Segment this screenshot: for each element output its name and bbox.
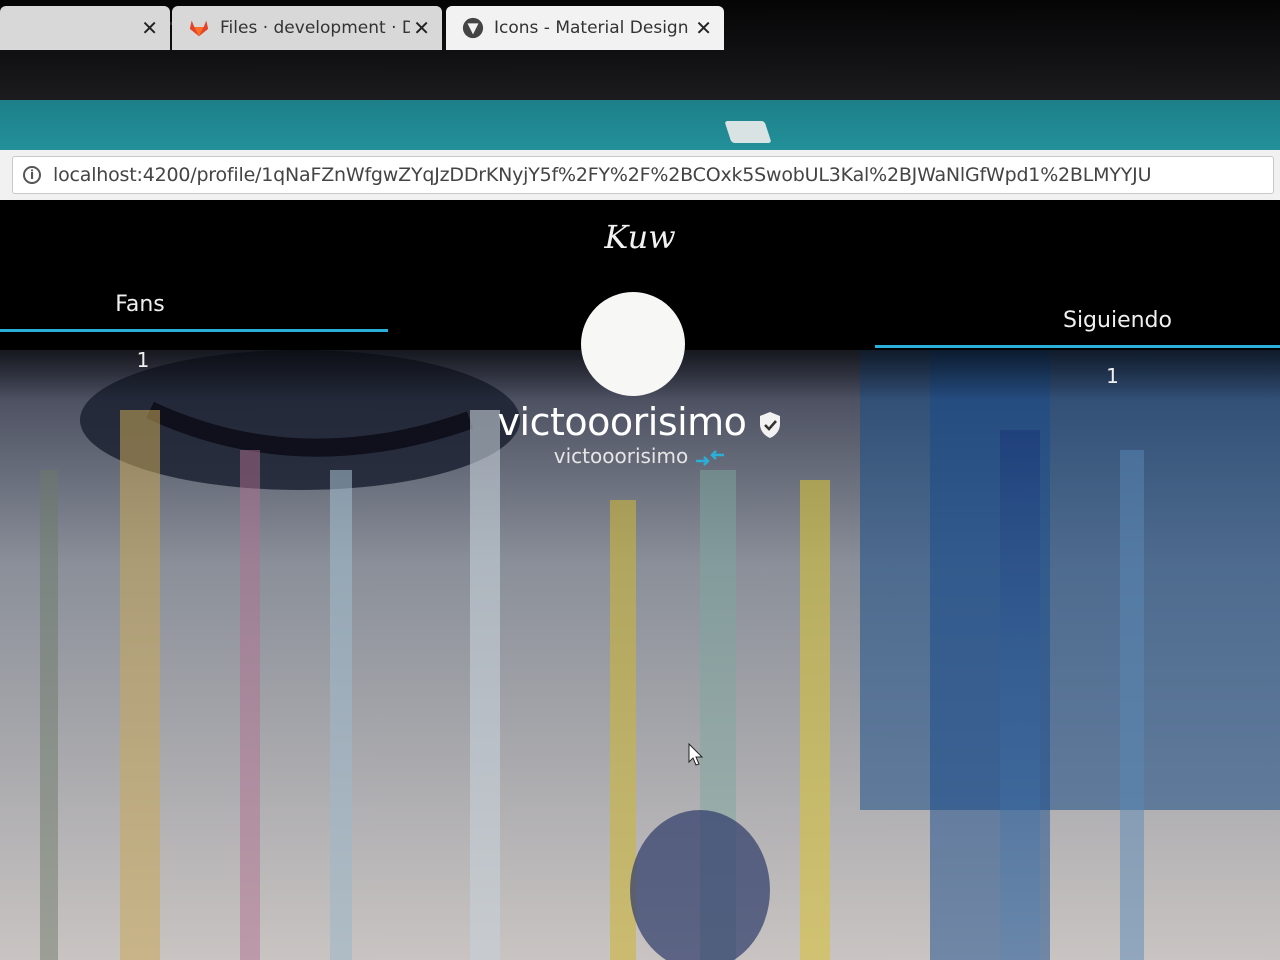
profile-display-name: victooorisimo: [0, 400, 1280, 444]
tab-title: Icons - Material Design: [494, 18, 689, 38]
new-tab-button[interactable]: [724, 121, 772, 143]
app-logo[interactable]: Kuw: [0, 218, 1280, 256]
display-name-text: victooorisimo: [497, 400, 747, 444]
fans-stat[interactable]: Fans 1: [0, 292, 388, 372]
fans-underline: [0, 329, 388, 332]
close-icon[interactable]: ✕: [141, 16, 158, 40]
fans-count: 1: [136, 348, 150, 372]
swap-arrows-icon[interactable]: [694, 448, 726, 468]
profile-page: Kuw Fans 1 Siguiendo 1 victooorisimo vic…: [0, 200, 1280, 960]
close-icon[interactable]: ✕: [413, 16, 430, 40]
tab-icons-material-design[interactable]: Icons - Material Design ✕: [446, 6, 724, 50]
following-count: 1: [1106, 364, 1119, 388]
url-text: localhost:4200/profile/1qNaFZnWfgwZYqJzD…: [53, 164, 1152, 186]
tab-title: Files · development · Die: [220, 18, 410, 38]
following-label: Siguiendo: [1062, 308, 1172, 333]
profile-username: victooorisimo: [0, 444, 1280, 468]
material-design-icon: [462, 17, 484, 39]
tab-files-development[interactable]: Files · development · Die ✕: [172, 6, 442, 50]
avatar[interactable]: [581, 292, 685, 396]
verified-shield-icon: [760, 411, 781, 438]
mouse-cursor-icon: [688, 743, 704, 766]
gitlab-icon: [189, 20, 209, 37]
fans-label: Fans: [115, 292, 165, 317]
following-stat[interactable]: Siguiendo 1: [875, 308, 1280, 388]
following-underline: [875, 345, 1280, 348]
username-text: victooorisimo: [553, 444, 689, 468]
address-bar: i localhost:4200/profile/1qNaFZnWfgwZYqJ…: [0, 150, 1280, 201]
url-input[interactable]: i localhost:4200/profile/1qNaFZnWfgwZYqJ…: [12, 156, 1274, 194]
info-icon[interactable]: i: [23, 166, 41, 184]
tab-strip: [0, 100, 1280, 150]
close-icon[interactable]: ✕: [695, 16, 712, 40]
tab-blank[interactable]: ✕: [0, 6, 170, 50]
